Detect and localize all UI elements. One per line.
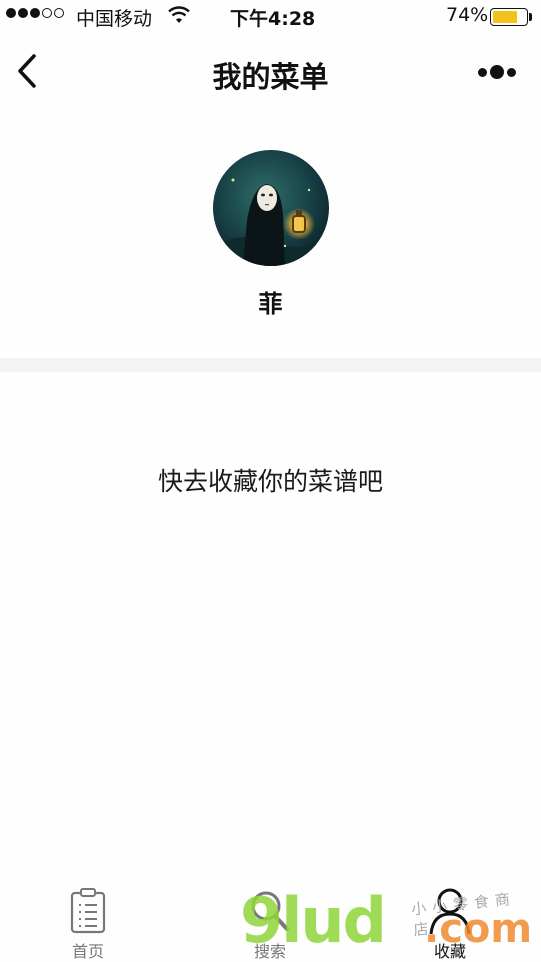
wifi-icon [168, 6, 190, 23]
status-time: 下午4:28 [230, 8, 316, 30]
tab-favorites-label: 收藏 [433, 942, 466, 961]
battery-icon [490, 8, 528, 26]
carrier-name: 中国移动 [76, 8, 153, 30]
tab-search[interactable]: 搜索 [210, 880, 330, 961]
tab-favorites[interactable]: 收藏 [390, 880, 510, 961]
tab-bar: 首页 搜索 收藏 [0, 880, 541, 961]
section-divider [0, 358, 541, 372]
user-name: 菲 [258, 290, 283, 318]
user-icon [429, 888, 471, 935]
battery-level [493, 11, 517, 23]
more-dot-icon [490, 65, 504, 79]
avatar-image [213, 150, 329, 266]
clipboard-list-icon [70, 888, 106, 934]
battery-cap [529, 13, 532, 21]
navigation-bar: 我的菜单 [0, 34, 541, 110]
page-title: 我的菜单 [212, 60, 329, 94]
search-icon [251, 891, 289, 931]
more-dot-icon [478, 67, 487, 77]
avatar [213, 150, 329, 266]
battery-percent: 74% [446, 4, 489, 26]
more-button[interactable] [478, 62, 522, 82]
signal-strength-icon [6, 8, 64, 18]
tab-search-label: 搜索 [253, 942, 286, 961]
more-dot-icon [507, 67, 516, 77]
status-bar: 中国移动 下午4:28 74% [0, 0, 541, 34]
empty-state-message: 快去收藏你的菜谱吧 [157, 467, 383, 496]
tab-home[interactable]: 首页 [28, 880, 148, 961]
tab-home-label: 首页 [71, 942, 104, 961]
